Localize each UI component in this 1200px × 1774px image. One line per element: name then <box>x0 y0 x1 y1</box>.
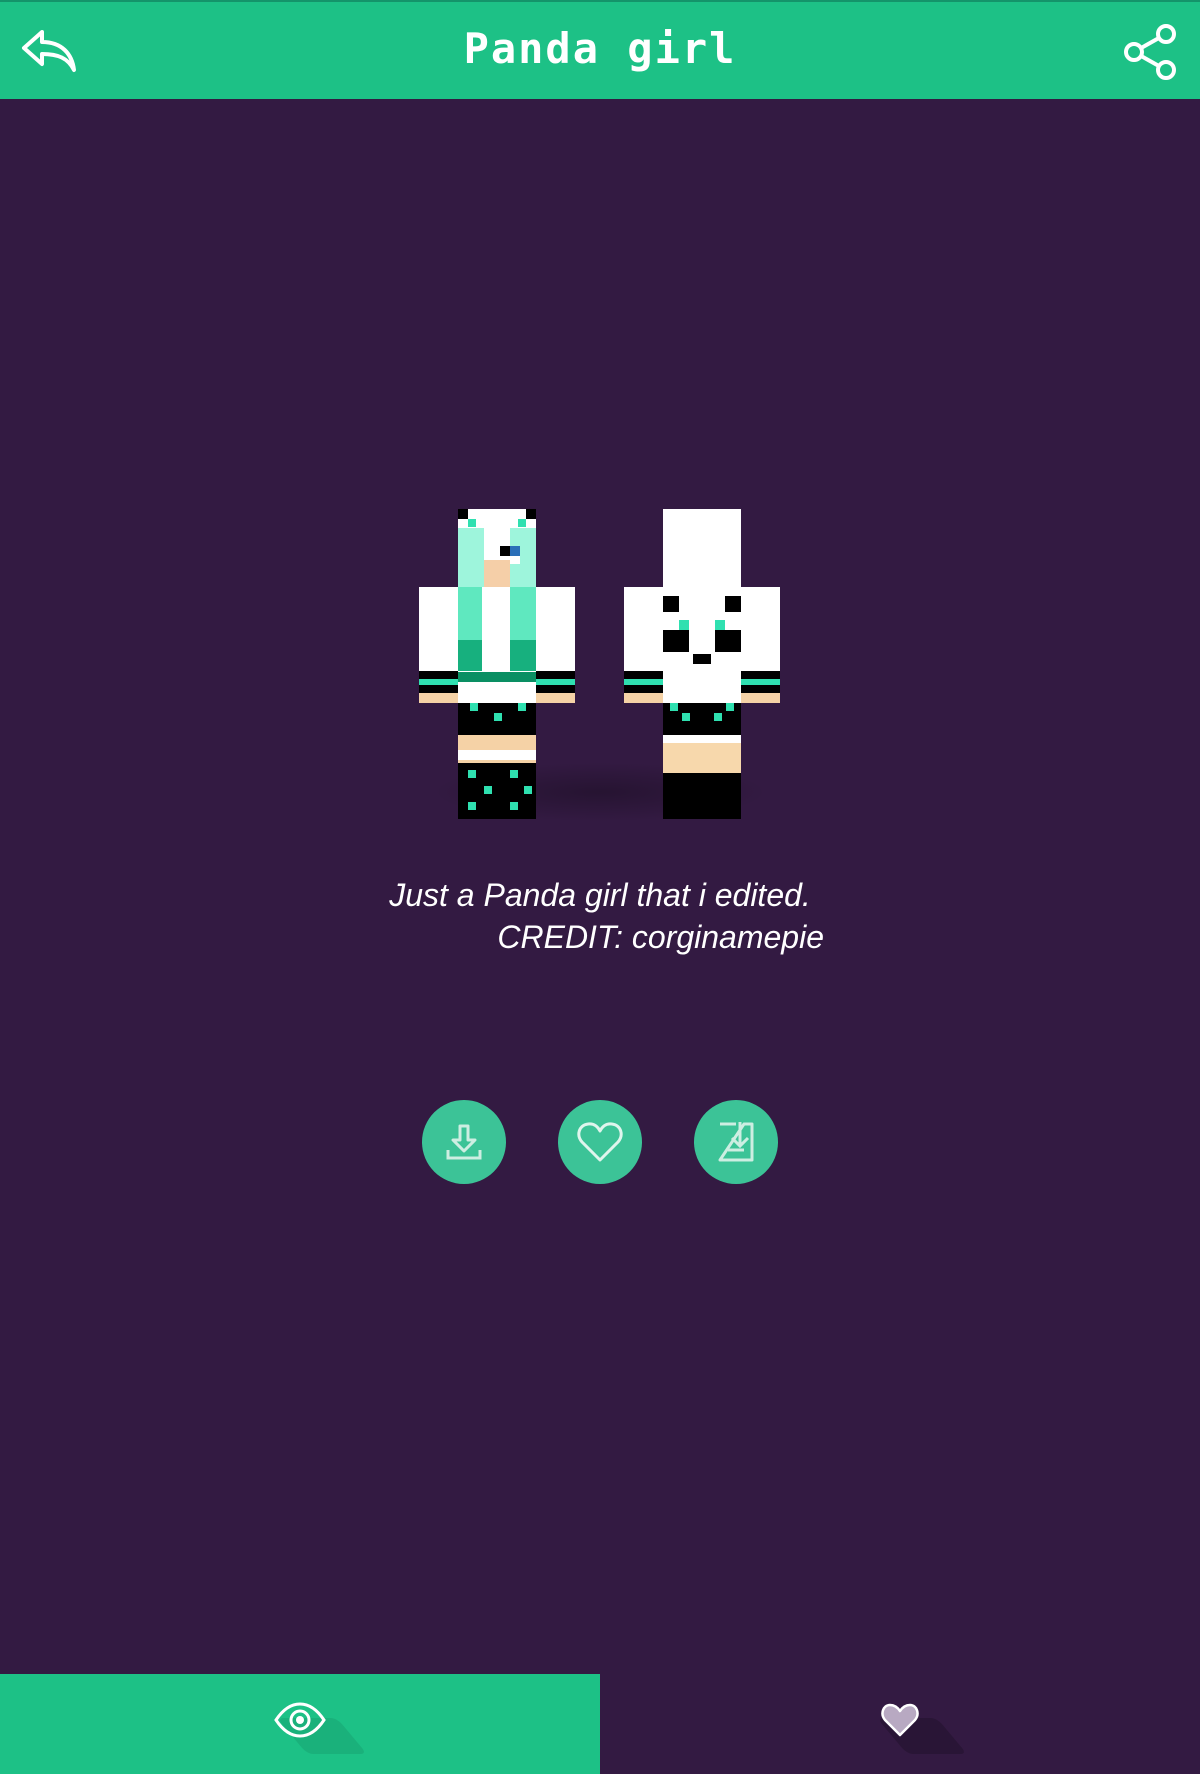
favorite-button[interactable] <box>558 1100 642 1184</box>
download-button[interactable] <box>422 1100 506 1184</box>
page-title: Panda girl <box>463 24 737 73</box>
skin-front <box>419 509 575 819</box>
description-credit: CREDIT: corginamepie <box>497 919 824 955</box>
app-bar: Panda girl <box>0 0 1200 99</box>
skin-description: Just a Panda girl that i edited. CREDIT:… <box>300 874 900 958</box>
heart-icon <box>577 1122 623 1162</box>
description-line-1: Just a Panda girl that i edited. <box>389 877 811 913</box>
bottom-tab-bar <box>0 1674 1200 1774</box>
share-icon <box>1124 24 1176 80</box>
save-skin-button[interactable] <box>694 1100 778 1184</box>
tab-view[interactable] <box>0 1674 600 1774</box>
save-to-device-icon <box>718 1122 754 1162</box>
skin-back <box>624 509 780 819</box>
download-icon <box>446 1124 482 1160</box>
eye-icon <box>274 1702 326 1738</box>
tab-favorites[interactable] <box>600 1674 1200 1774</box>
share-button[interactable] <box>1120 22 1180 82</box>
skin-preview <box>419 509 780 819</box>
heart-icon <box>881 1703 919 1737</box>
